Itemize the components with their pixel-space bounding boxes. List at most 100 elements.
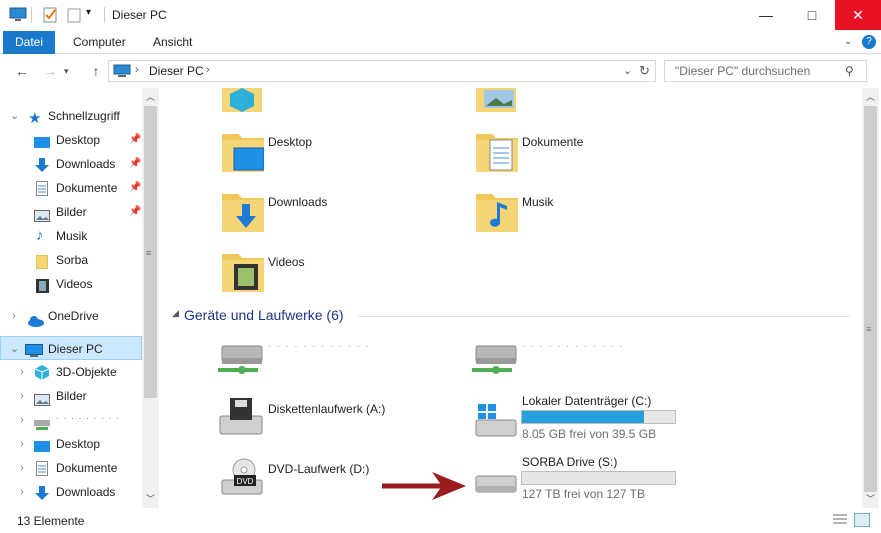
- refresh-icon[interactable]: ↻: [639, 63, 650, 79]
- properties-icon[interactable]: [42, 7, 58, 23]
- large-icons-view-icon[interactable]: [854, 513, 870, 527]
- tree-quick-desktop[interactable]: Desktop 📌: [0, 128, 142, 152]
- tree-quick-pictures[interactable]: Bilder 📌: [0, 200, 142, 224]
- scroll-up-icon[interactable]: ︿: [866, 90, 875, 103]
- minimize-button[interactable]: —: [743, 0, 789, 30]
- tree-pc-documents[interactable]: › Dokumente: [0, 456, 142, 480]
- tree-pc-downloads[interactable]: › Downloads: [0, 480, 142, 504]
- folder-label[interactable]: Desktop: [268, 135, 312, 149]
- cloud-icon: [27, 311, 45, 335]
- navpane-scrollbar[interactable]: ︿ ≡ ﹀: [142, 88, 159, 508]
- folder-label[interactable]: Downloads: [268, 195, 327, 209]
- tab-file[interactable]: Datei: [3, 31, 56, 54]
- content-scrollbar[interactable]: ︿ ≡ ﹀: [862, 88, 879, 508]
- tree-quick-documents[interactable]: Dokumente 📌: [0, 176, 142, 200]
- tree-label: Dokumente: [56, 461, 118, 475]
- customize-quick-access-icon[interactable]: ▾: [86, 7, 91, 18]
- sorba-drive[interactable]: [470, 468, 518, 501]
- new-folder-icon[interactable]: [66, 7, 82, 23]
- address-bar[interactable]: › Dieser PC › ⌄ ↻: [108, 60, 656, 82]
- scroll-up-icon[interactable]: ︿: [146, 90, 155, 103]
- expand-chevron-icon[interactable]: ⌄: [10, 104, 19, 128]
- address-history-icon[interactable]: ⌄: [623, 64, 632, 77]
- folder-label[interactable]: Musik: [522, 195, 553, 209]
- close-button[interactable]: ✕: [835, 0, 881, 30]
- drive-label-dvd[interactable]: DVD-Laufwerk (D:): [268, 462, 369, 476]
- collapse-chevron-icon[interactable]: ›: [20, 408, 24, 432]
- folder-desktop[interactable]: [222, 130, 265, 177]
- tree-quick-music[interactable]: ♪ Musik: [0, 224, 142, 248]
- scroll-down-icon[interactable]: ﹀: [146, 492, 155, 505]
- drive-label-c[interactable]: Lokaler Datenträger (C:): [522, 394, 651, 408]
- back-button[interactable]: ←: [14, 63, 30, 79]
- tree-pc-desktop[interactable]: › Desktop: [0, 432, 142, 456]
- tree-pc-3d-objects[interactable]: › 3D-Objekte: [0, 360, 142, 384]
- expand-chevron-icon[interactable]: ⌄: [10, 337, 19, 361]
- tab-computer[interactable]: Computer: [61, 31, 138, 54]
- folder-label[interactable]: Videos: [268, 255, 304, 269]
- maximize-button[interactable]: □: [789, 0, 835, 30]
- computer-icon[interactable]: [9, 7, 27, 23]
- expand-ribbon-icon[interactable]: ⌄: [844, 36, 852, 47]
- scroll-down-icon[interactable]: ﹀: [866, 492, 875, 505]
- dvd-drive[interactable]: DVD: [216, 458, 264, 501]
- drive-usage-bar-c: [521, 410, 676, 424]
- annotation-arrow-icon: [380, 468, 472, 507]
- network-drive-1[interactable]: [216, 340, 264, 383]
- tree-pc-network-drive[interactable]: › · · · · · · · · ·: [0, 408, 142, 432]
- tab-view[interactable]: Ansicht: [141, 31, 204, 54]
- folder-3d-objects[interactable]: [222, 88, 262, 117]
- tree-label: Schnellzugriff: [48, 109, 120, 123]
- tree-quick-downloads[interactable]: Downloads 📌: [0, 152, 142, 176]
- title-bar: ▾ Dieser PC — □ ✕: [0, 0, 881, 31]
- folder-label[interactable]: Dokumente: [522, 135, 583, 149]
- folder-videos[interactable]: [222, 250, 264, 297]
- drive-free-sorba: 127 TB frei von 127 TB: [522, 487, 645, 501]
- breadcrumb-chevron-icon[interactable]: ›: [206, 64, 210, 76]
- tree-quick-videos[interactable]: Videos: [0, 272, 142, 296]
- scrollbar-thumb[interactable]: [864, 106, 877, 492]
- tree-label: Dieser PC: [48, 342, 103, 356]
- pin-icon: 📌: [129, 206, 142, 217]
- folder-music[interactable]: [476, 190, 518, 237]
- collapse-chevron-icon[interactable]: ›: [20, 360, 24, 384]
- tree-pc-pictures[interactable]: › Bilder: [0, 384, 142, 408]
- collapse-chevron-icon[interactable]: ›: [12, 304, 16, 328]
- network-drive-2[interactable]: [470, 340, 518, 383]
- grip-icon: ≡: [866, 324, 872, 334]
- window-title: Dieser PC: [112, 8, 167, 22]
- breadcrumb-chevron-icon[interactable]: ›: [135, 64, 139, 76]
- help-icon[interactable]: ?: [862, 35, 876, 49]
- collapse-chevron-icon[interactable]: ›: [20, 432, 24, 456]
- drive-label-floppy[interactable]: Diskettenlaufwerk (A:): [268, 402, 385, 416]
- section-divider: [358, 316, 850, 317]
- this-pc-icon: [113, 64, 131, 81]
- tree-onedrive[interactable]: › OneDrive: [0, 304, 142, 328]
- ribbon-tabs: Datei Computer Ansicht ⌄ ?: [0, 31, 881, 54]
- tree-quick-access[interactable]: ⌄ ★ Schnellzugriff: [0, 104, 142, 128]
- tree-label: OneDrive: [48, 309, 99, 323]
- folder-documents[interactable]: [476, 130, 518, 177]
- details-view-icon[interactable]: [832, 513, 848, 527]
- drive-label-sorba[interactable]: SORBA Drive (S:): [522, 455, 617, 469]
- up-button[interactable]: ↑: [88, 63, 104, 79]
- collapse-chevron-icon[interactable]: ›: [20, 480, 24, 504]
- tree-label: Bilder: [56, 205, 87, 219]
- tree-quick-sorba[interactable]: Sorba: [0, 248, 142, 272]
- search-input[interactable]: "Dieser PC" durchsuchen ⚲: [664, 60, 867, 82]
- breadcrumb-this-pc[interactable]: Dieser PC: [149, 64, 204, 78]
- folder-downloads[interactable]: [222, 190, 264, 237]
- collapse-chevron-icon[interactable]: ›: [20, 456, 24, 480]
- floppy-drive[interactable]: [216, 396, 264, 441]
- local-disk-c[interactable]: [470, 400, 518, 443]
- folder-pictures[interactable]: [476, 88, 516, 117]
- group-collapse-icon[interactable]: ◢: [172, 308, 179, 319]
- recent-locations-icon[interactable]: ▾: [64, 66, 69, 77]
- pin-icon: 📌: [129, 182, 142, 193]
- redacted-drive-label: · · · · · · · · · · · ·: [522, 342, 625, 351]
- devices-header[interactable]: Geräte und Laufwerke (6): [184, 307, 344, 323]
- collapse-chevron-icon[interactable]: ›: [20, 384, 24, 408]
- tree-this-pc[interactable]: ⌄ Dieser PC: [0, 336, 142, 360]
- forward-button[interactable]: →: [42, 63, 58, 79]
- film-icon: [36, 277, 49, 301]
